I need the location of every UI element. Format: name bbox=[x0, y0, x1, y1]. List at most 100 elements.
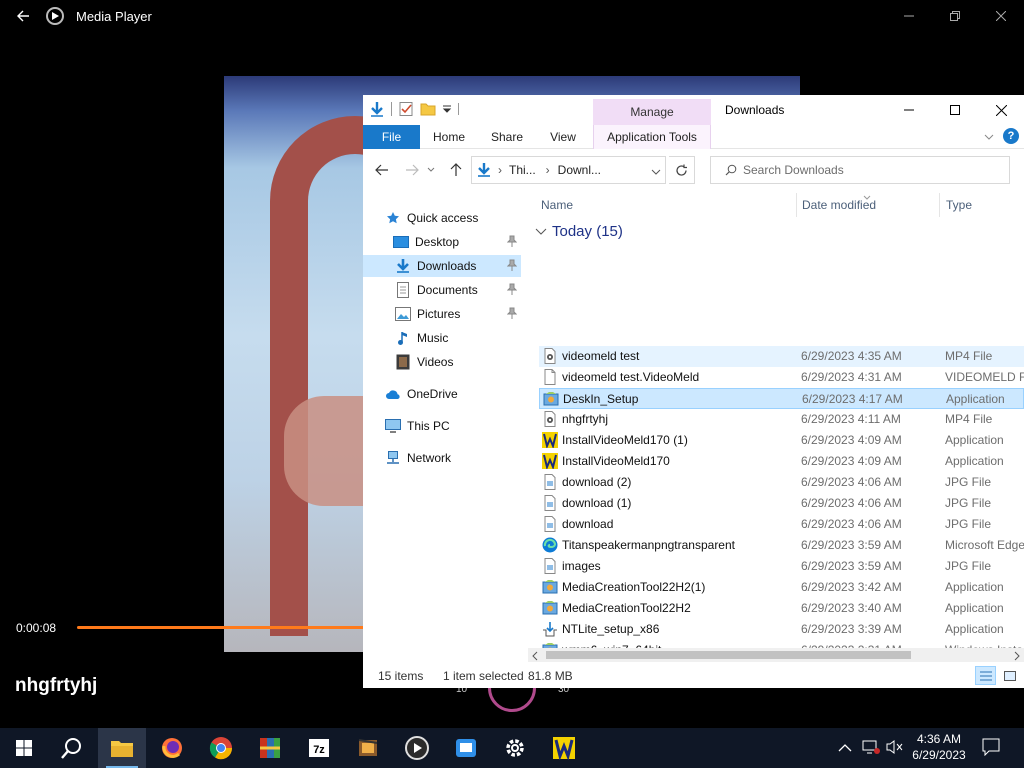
pin-icon[interactable] bbox=[507, 283, 517, 295]
properties-icon[interactable] bbox=[398, 101, 414, 117]
scroll-right-icon[interactable] bbox=[1013, 650, 1021, 664]
file-row[interactable]: Titanspeakermanpngtransparent 6/29/2023 3… bbox=[539, 535, 1024, 556]
taskbar-firefox[interactable] bbox=[148, 728, 196, 768]
nav-item-pictures[interactable]: Pictures bbox=[395, 303, 521, 325]
recent-locations-button[interactable] bbox=[425, 159, 437, 181]
back-button[interactable] bbox=[371, 159, 393, 181]
file-row[interactable]: NTLite_setup_x86 6/29/2023 3:39 AM Applica… bbox=[539, 619, 1024, 640]
chevron-up-icon bbox=[838, 744, 852, 752]
column-header-type[interactable]: Type bbox=[946, 198, 972, 212]
taskbar-media-player[interactable] bbox=[393, 728, 441, 768]
navigation-pane: Quick access Desktop Downloads Documents… bbox=[363, 207, 528, 657]
details-view-button[interactable] bbox=[975, 666, 996, 685]
show-hidden-icons-button[interactable] bbox=[838, 740, 852, 758]
breadcrumb-downloads[interactable]: Downl... bbox=[558, 163, 601, 177]
nav-item-videos[interactable]: Videos bbox=[395, 351, 453, 373]
back-button[interactable] bbox=[0, 0, 46, 32]
taskbar-movie-maker[interactable] bbox=[344, 728, 392, 768]
explorer-minimize-button[interactable] bbox=[886, 95, 932, 125]
nav-item-desktop[interactable]: Desktop bbox=[393, 231, 521, 253]
file-row[interactable]: DeskIn_Setup 6/29/2023 4:17 AM Application bbox=[539, 388, 1024, 409]
media-player-close-button[interactable] bbox=[978, 0, 1024, 32]
column-header-name[interactable]: Name bbox=[541, 198, 573, 212]
address-dropdown-button[interactable] bbox=[651, 165, 661, 179]
nav-item-this-pc[interactable]: This PC bbox=[385, 415, 450, 437]
address-bar[interactable]: › Thi... › Downl... bbox=[471, 156, 666, 184]
file-type: JPG File bbox=[945, 559, 992, 573]
pin-icon[interactable] bbox=[507, 307, 517, 319]
tab-file[interactable]: File bbox=[363, 125, 420, 149]
file-type: Application bbox=[945, 454, 1004, 468]
file-row[interactable]: videomeld test 6/29/2023 4:35 AM MP4 File bbox=[539, 346, 1024, 367]
file-row[interactable]: nhgfrtyhj 6/29/2023 4:11 AM MP4 File bbox=[539, 409, 1024, 430]
file-row[interactable]: InstallVideoMeld170 (1) 6/29/2023 4:09 AM… bbox=[539, 430, 1024, 451]
explorer-maximize-button[interactable] bbox=[932, 95, 978, 125]
pin-icon[interactable] bbox=[507, 235, 517, 247]
tab-share[interactable]: Share bbox=[487, 125, 527, 149]
chevron-down-icon bbox=[427, 167, 435, 172]
search-button[interactable] bbox=[48, 728, 96, 768]
nav-item-onedrive[interactable]: OneDrive bbox=[385, 383, 458, 405]
nav-item-network[interactable]: Network bbox=[385, 447, 451, 469]
file-row[interactable]: download 6/29/2023 4:06 AM JPG File bbox=[539, 514, 1024, 535]
seek-bar[interactable] bbox=[77, 626, 367, 629]
tab-application-tools[interactable]: Application Tools bbox=[593, 125, 711, 149]
volume-muted-icon[interactable] bbox=[886, 739, 904, 760]
customize-qat-icon[interactable] bbox=[442, 104, 452, 114]
expand-ribbon-button[interactable] bbox=[983, 131, 995, 146]
search-input[interactable] bbox=[743, 163, 993, 177]
file-row[interactable]: images 6/29/2023 3:59 AM JPG File bbox=[539, 556, 1024, 577]
nav-item-quick-access[interactable]: Quick access bbox=[385, 207, 478, 229]
tab-home[interactable]: Home bbox=[429, 125, 469, 149]
file-row[interactable]: MediaCreationTool22H2 6/29/2023 3:40 AM Ap… bbox=[539, 598, 1024, 619]
manage-contextual-tab[interactable]: Manage bbox=[593, 99, 711, 125]
file-row[interactable]: MediaCreationTool22H2(1) 6/29/2023 3:42 A… bbox=[539, 577, 1024, 598]
breadcrumb-this-pc[interactable]: Thi... bbox=[509, 163, 536, 177]
explorer-close-button[interactable] bbox=[978, 95, 1024, 125]
horizontal-scrollbar[interactable] bbox=[528, 648, 1024, 662]
file-row[interactable]: download (2) 6/29/2023 4:06 AM JPG File bbox=[539, 472, 1024, 493]
taskbar-7zip[interactable]: 7z bbox=[295, 728, 343, 768]
image-file-icon bbox=[542, 474, 558, 490]
file-type: MP4 File bbox=[945, 349, 993, 363]
taskbar-chrome[interactable] bbox=[197, 728, 245, 768]
nav-item-documents[interactable]: Documents bbox=[395, 279, 521, 301]
taskbar-file-explorer[interactable] bbox=[98, 728, 146, 768]
scrollbar-thumb[interactable] bbox=[546, 651, 911, 659]
group-header-today[interactable]: Today (15) bbox=[533, 223, 623, 240]
new-folder-icon[interactable] bbox=[420, 101, 436, 117]
file-name: videomeld test.VideoMeld bbox=[562, 370, 700, 384]
column-separator[interactable] bbox=[939, 193, 940, 217]
scroll-left-icon[interactable] bbox=[531, 650, 539, 664]
refresh-button[interactable] bbox=[669, 156, 695, 184]
file-row[interactable]: download (1) 6/29/2023 4:06 AM JPG File bbox=[539, 493, 1024, 514]
file-type: Microsoft Edge bbox=[945, 538, 1024, 552]
media-player-restore-button[interactable] bbox=[932, 0, 978, 32]
tab-view[interactable]: View bbox=[545, 125, 581, 149]
taskbar-winrar[interactable] bbox=[246, 728, 294, 768]
media-player-minimize-button[interactable] bbox=[886, 0, 932, 32]
download-arrow-icon[interactable] bbox=[369, 101, 385, 117]
taskbar-videomeld[interactable] bbox=[540, 728, 588, 768]
blank-file-icon bbox=[542, 369, 558, 385]
help-icon[interactable]: ? bbox=[1003, 128, 1019, 144]
search-box[interactable] bbox=[710, 156, 1010, 184]
start-button[interactable] bbox=[0, 728, 48, 768]
pin-icon[interactable] bbox=[507, 259, 517, 271]
file-name: download (1) bbox=[562, 496, 632, 510]
taskbar-clock[interactable]: 4:36 AM 6/29/2023 bbox=[906, 731, 972, 763]
forward-button[interactable] bbox=[401, 159, 423, 181]
status-bar: 15 items 1 item selected 81.8 MB bbox=[363, 665, 1024, 688]
action-center-button[interactable] bbox=[982, 738, 1000, 761]
up-button[interactable] bbox=[445, 159, 467, 181]
nav-item-music[interactable]: Music bbox=[395, 327, 448, 349]
file-name: InstallVideoMeld170 bbox=[562, 454, 670, 468]
large-icons-view-button[interactable] bbox=[1000, 666, 1020, 685]
nav-item-downloads[interactable]: Downloads bbox=[363, 255, 521, 277]
file-row[interactable]: videomeld test.VideoMeld 6/29/2023 4:31 A… bbox=[539, 367, 1024, 388]
network-status-icon[interactable] bbox=[862, 739, 880, 760]
file-row[interactable]: InstallVideoMeld170 6/29/2023 4:09 AM Appl… bbox=[539, 451, 1024, 472]
taskbar-screen-app[interactable] bbox=[442, 728, 490, 768]
taskbar-settings[interactable] bbox=[491, 728, 539, 768]
column-separator[interactable] bbox=[796, 193, 797, 217]
